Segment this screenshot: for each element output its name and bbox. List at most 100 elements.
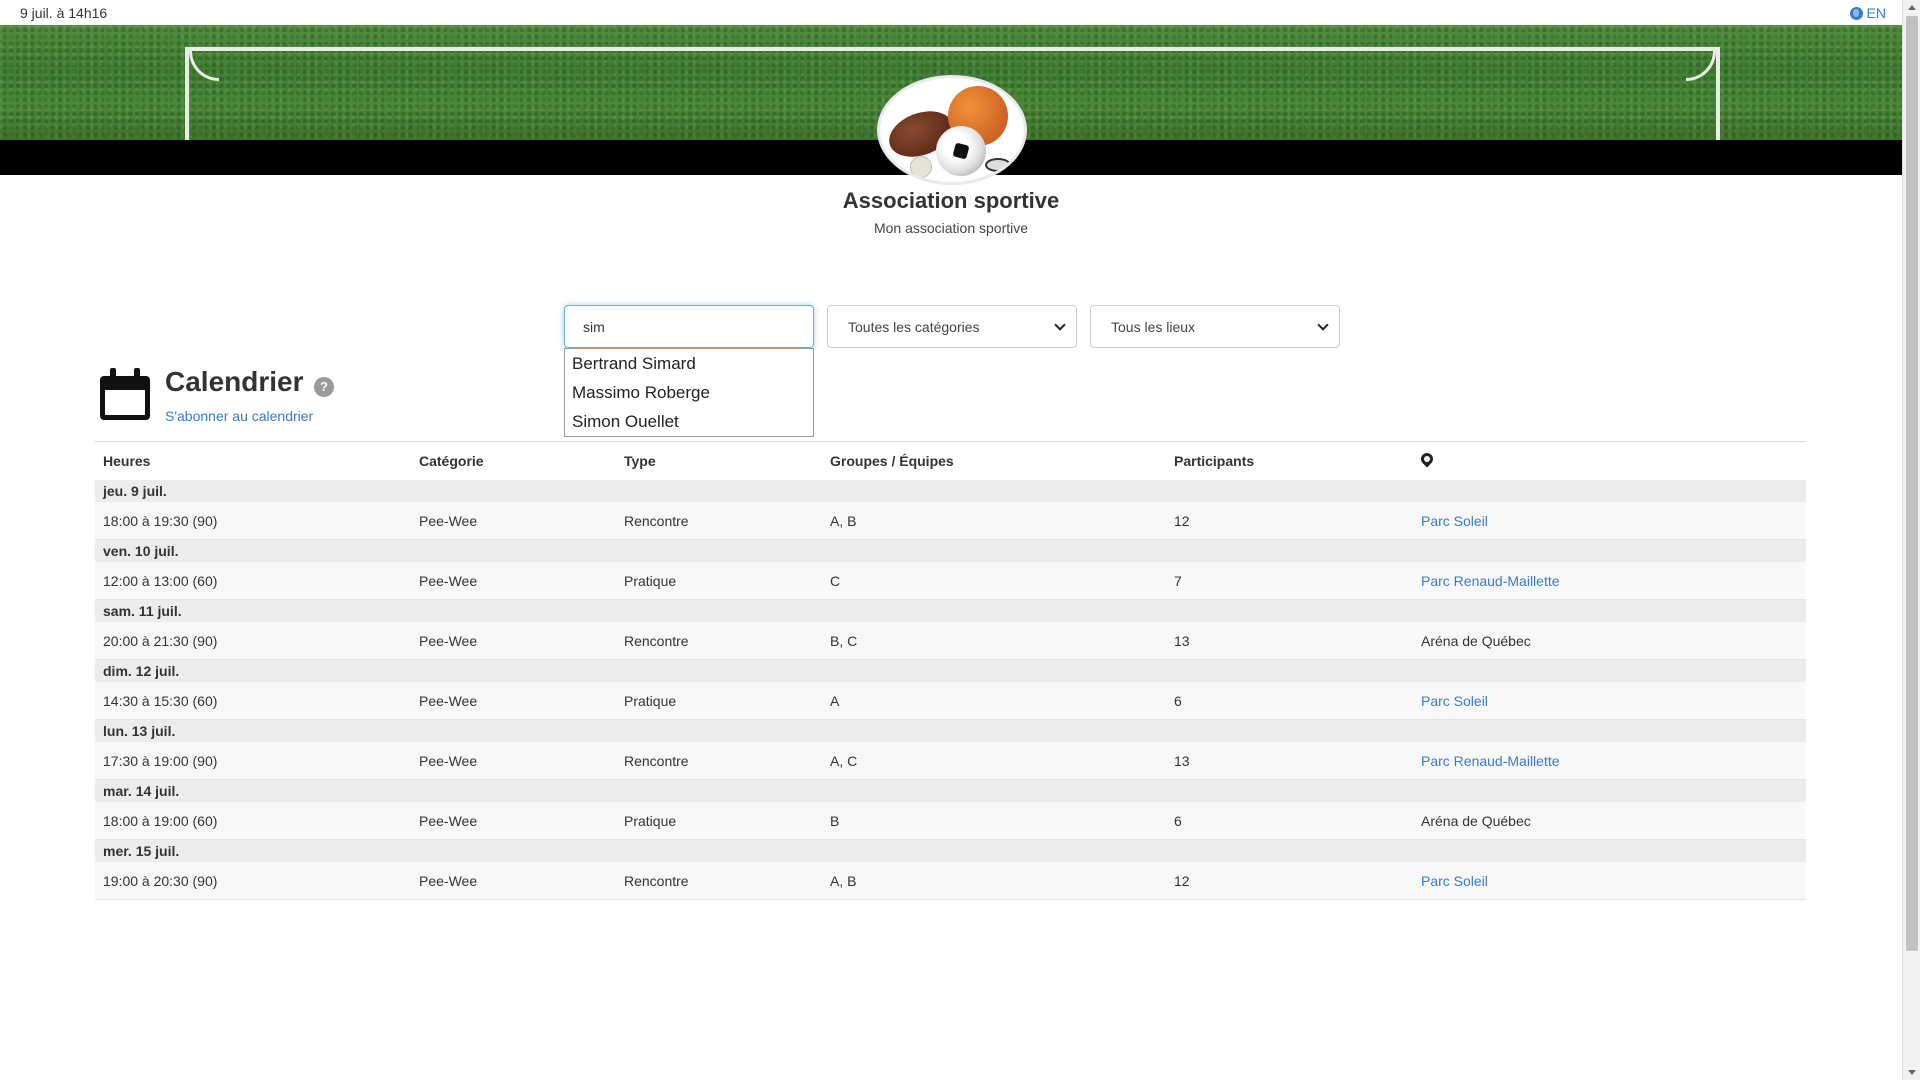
event-type: Rencontre bbox=[624, 632, 689, 649]
event-time: 20:00 à 21:30 (90) bbox=[103, 632, 218, 649]
event-time: 17:30 à 19:00 (90) bbox=[103, 752, 218, 769]
autocomplete-item[interactable]: Simon Ouellet bbox=[565, 407, 813, 436]
day-row: jeu. 9 juil. bbox=[95, 480, 1806, 502]
event-participants: 6 bbox=[1174, 812, 1182, 829]
event-groups: A, B bbox=[830, 872, 857, 889]
table-row[interactable]: 20:00 à 21:30 (90) Pee-Wee Rencontre B, C 13… bbox=[95, 622, 1806, 660]
event-location-link[interactable]: Parc Renaud-Maillette bbox=[1421, 742, 1560, 779]
event-time: 14:30 à 15:30 (60) bbox=[103, 692, 218, 709]
category-select[interactable]: Toutes les catégories bbox=[827, 305, 1077, 348]
event-type: Rencontre bbox=[624, 512, 689, 529]
language-label: EN bbox=[1866, 5, 1886, 21]
location-pin-icon bbox=[1418, 450, 1436, 468]
location-select-value: Tous les lieux bbox=[1111, 318, 1196, 335]
category-select-value: Toutes les catégories bbox=[848, 318, 980, 335]
table-row[interactable]: 17:30 à 19:00 (90) Pee-Wee Rencontre A, C 13… bbox=[95, 742, 1806, 780]
event-groups: A, B bbox=[830, 512, 857, 529]
column-header-hours: Heures bbox=[103, 453, 151, 469]
day-row: dim. 12 juil. bbox=[95, 660, 1806, 682]
scroll-down-icon[interactable] bbox=[1908, 1070, 1916, 1075]
event-location-link[interactable]: Parc Renaud-Maillette bbox=[1421, 562, 1560, 599]
day-label: mar. 14 juil. bbox=[103, 783, 180, 799]
chevron-down-icon bbox=[1317, 318, 1329, 331]
event-location-link[interactable]: Parc Soleil bbox=[1421, 502, 1488, 539]
event-type: Rencontre bbox=[624, 872, 689, 889]
day-row: sam. 11 juil. bbox=[95, 600, 1806, 622]
search-input[interactable] bbox=[564, 305, 814, 348]
event-category: Pee-Wee bbox=[419, 812, 478, 829]
page-scrollbar[interactable] bbox=[1902, 0, 1920, 1080]
soccer-ball-icon bbox=[936, 126, 986, 176]
day-label: jeu. 9 juil. bbox=[103, 483, 167, 499]
event-participants: 13 bbox=[1174, 752, 1190, 769]
event-location-link[interactable]: Parc Soleil bbox=[1421, 682, 1488, 719]
event-time: 12:00 à 13:00 (60) bbox=[103, 572, 218, 589]
autocomplete-dropdown: Bertrand Simard Massimo Roberge Simon Ou… bbox=[564, 348, 814, 437]
day-row: mar. 14 juil. bbox=[95, 780, 1806, 802]
event-groups: B, C bbox=[830, 632, 858, 649]
event-groups: B bbox=[830, 812, 840, 829]
organization-name: Association sportive bbox=[842, 188, 1060, 213]
hockey-puck-icon bbox=[985, 158, 1011, 172]
day-label: sam. 11 juil. bbox=[103, 603, 182, 619]
table-row[interactable]: 18:00 à 19:30 (90) Pee-Wee Rencontre A, B 12… bbox=[95, 502, 1806, 540]
event-participants: 12 bbox=[1174, 872, 1190, 889]
baseball-icon bbox=[910, 156, 932, 178]
day-label: dim. 12 juil. bbox=[103, 663, 180, 679]
calendar-icon bbox=[100, 368, 150, 420]
event-location-link[interactable]: Parc Soleil bbox=[1421, 862, 1488, 899]
event-participants: 13 bbox=[1174, 632, 1190, 649]
column-header-type: Type bbox=[624, 453, 656, 469]
event-location: Aréna de Québec bbox=[1421, 812, 1531, 829]
event-time: 18:00 à 19:00 (60) bbox=[103, 812, 218, 829]
globe-icon bbox=[1849, 6, 1863, 20]
organization-subtitle: Mon association sportive bbox=[873, 220, 1029, 236]
autocomplete-item[interactable]: Bertrand Simard bbox=[565, 349, 813, 378]
column-header-groups: Groupes / Équipes bbox=[830, 453, 954, 469]
scroll-up-icon[interactable] bbox=[1908, 5, 1916, 10]
table-row[interactable]: 14:30 à 15:30 (60) Pee-Wee Pratique A 6 Parc … bbox=[95, 682, 1806, 720]
day-label: ven. 10 juil. bbox=[103, 543, 179, 559]
location-select[interactable]: Tous les lieux bbox=[1090, 305, 1340, 348]
event-category: Pee-Wee bbox=[419, 572, 478, 589]
event-type: Pratique bbox=[624, 812, 677, 829]
column-header-category: Catégorie bbox=[419, 453, 484, 469]
day-label: mer. 15 juil. bbox=[103, 843, 180, 859]
day-row: mer. 15 juil. bbox=[95, 840, 1806, 862]
events-table: Heures Catégorie Type Groupes / Équipes … bbox=[95, 441, 1806, 900]
event-time: 19:00 à 20:30 (90) bbox=[103, 872, 218, 889]
table-row[interactable]: 12:00 à 13:00 (60) Pee-Wee Pratique C 7 Parc … bbox=[95, 562, 1806, 600]
autocomplete-item[interactable]: Massimo Roberge bbox=[565, 378, 813, 407]
event-category: Pee-Wee bbox=[419, 872, 478, 889]
language-switch[interactable]: EN bbox=[1849, 5, 1886, 21]
event-groups: C bbox=[830, 572, 841, 589]
scrollbar-thumb[interactable] bbox=[1906, 16, 1918, 951]
table-header-row: Heures Catégorie Type Groupes / Équipes … bbox=[95, 442, 1806, 480]
event-groups: A bbox=[830, 692, 840, 709]
day-row: ven. 10 juil. bbox=[95, 540, 1806, 562]
event-location: Aréna de Québec bbox=[1421, 632, 1531, 649]
current-datetime: 9 juil. à 14h16 bbox=[20, 5, 108, 21]
top-bar: 9 juil. à 14h16 EN bbox=[0, 0, 1902, 25]
event-participants: 6 bbox=[1174, 692, 1182, 709]
event-category: Pee-Wee bbox=[419, 632, 478, 649]
day-label: lun. 13 juil. bbox=[103, 723, 176, 739]
chevron-down-icon bbox=[1054, 318, 1066, 331]
column-header-participants: Participants bbox=[1174, 453, 1255, 469]
event-type: Pratique bbox=[624, 692, 677, 709]
event-category: Pee-Wee bbox=[419, 512, 478, 529]
day-row: lun. 13 juil. bbox=[95, 720, 1806, 742]
event-type: Rencontre bbox=[624, 752, 689, 769]
subscribe-calendar-link[interactable]: S'abonner au calendrier bbox=[165, 408, 313, 424]
calendar-title: Calendrier bbox=[165, 366, 304, 397]
table-row[interactable]: 19:00 à 20:30 (90) Pee-Wee Rencontre A, B 12… bbox=[95, 862, 1806, 900]
event-participants: 12 bbox=[1174, 512, 1190, 529]
event-groups: A, C bbox=[830, 752, 858, 769]
event-category: Pee-Wee bbox=[419, 692, 478, 709]
event-participants: 7 bbox=[1174, 572, 1182, 589]
event-category: Pee-Wee bbox=[419, 752, 478, 769]
association-logo bbox=[877, 75, 1027, 185]
help-icon[interactable]: ? bbox=[314, 377, 334, 397]
table-row[interactable]: 18:00 à 19:00 (60) Pee-Wee Pratique B 6 Aréna… bbox=[95, 802, 1806, 840]
event-time: 18:00 à 19:30 (90) bbox=[103, 512, 218, 529]
